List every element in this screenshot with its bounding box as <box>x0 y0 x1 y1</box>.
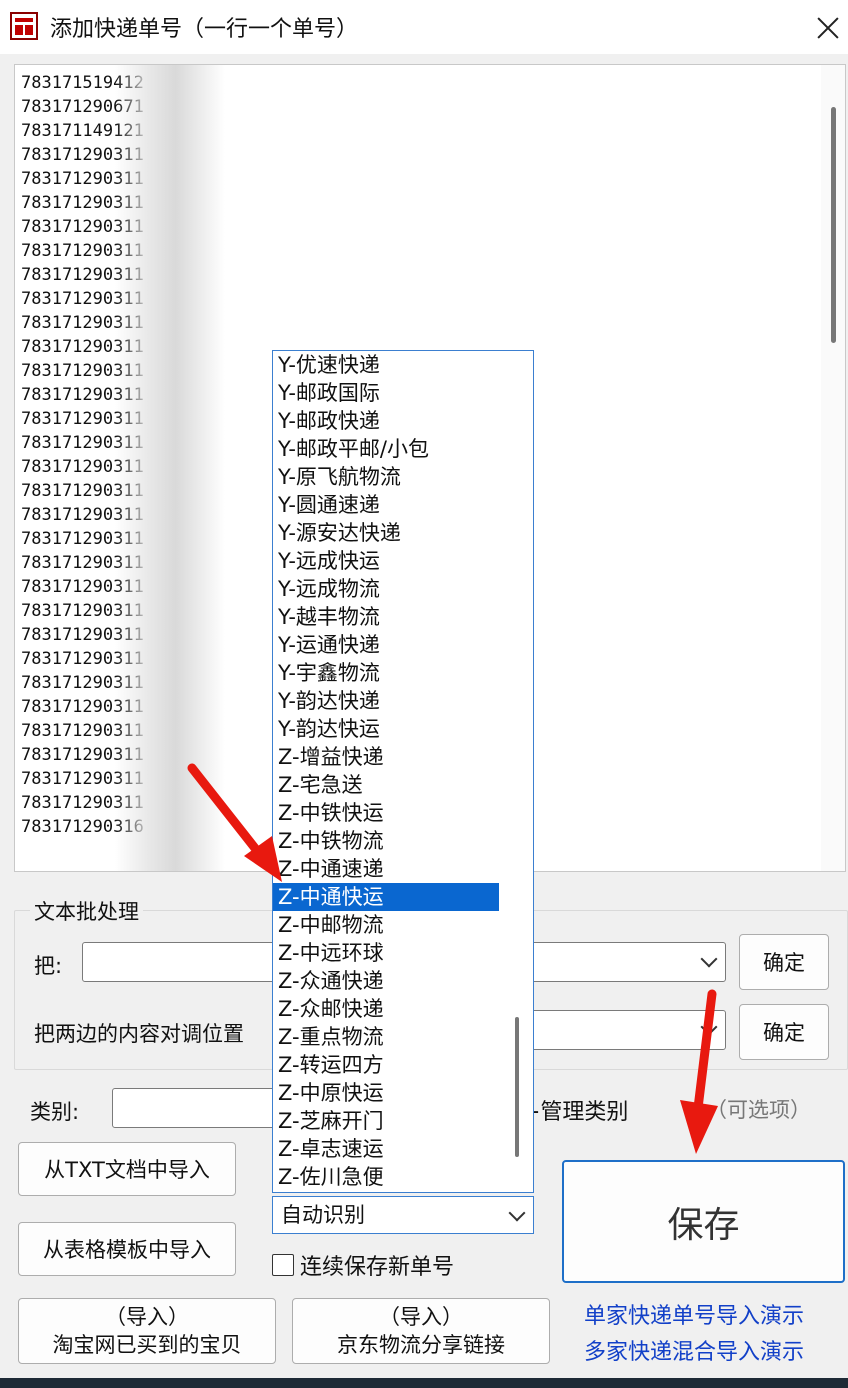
import-taobao-line1: （导入） <box>105 1305 189 1329</box>
courier-option[interactable]: Z-众通快递 <box>273 967 499 995</box>
courier-dropdown-list[interactable]: Y-优速快递 Y-邮政国际 Y-邮政快递 Y-邮政平邮/小包 Y-原飞航物流 Y-圆通速递… <box>272 350 534 1193</box>
add-tracking-dialog: 添加快递单号（一行一个单号） 783171519412 783171290671 7… <box>0 0 848 1378</box>
courier-option[interactable]: Y-越丰物流 <box>273 603 499 631</box>
courier-option[interactable]: Z-增益快递 <box>273 743 499 771</box>
import-jd-line2: 京东物流分享链接 <box>337 1333 505 1357</box>
courier-option[interactable]: Z-重点物流 <box>273 1023 499 1051</box>
swap-label: 把两边的内容对调位置 <box>34 1022 244 1046</box>
courier-option[interactable]: Z-佐川急便 <box>273 1163 499 1191</box>
courier-option[interactable]: Z-中通速递 <box>273 855 499 883</box>
category-label: 类别: <box>30 1100 80 1124</box>
import-taobao-line2: 淘宝网已买到的宝贝 <box>52 1333 242 1357</box>
optional-hint: （可选项） <box>706 1098 811 1122</box>
courier-option[interactable]: Z-众邮快递 <box>273 995 499 1023</box>
batch-group-legend: 文本批处理 <box>30 896 143 926</box>
courier-option[interactable]: Z-中邮物流 <box>273 911 499 939</box>
chevron-down-icon <box>508 1204 526 1222</box>
dropdown-scrollbar[interactable] <box>501 351 533 1192</box>
courier-option[interactable]: Z-中原快运 <box>273 1079 499 1107</box>
import-txt-button[interactable]: 从TXT文档中导入 <box>18 1142 236 1196</box>
close-icon[interactable] <box>808 8 848 48</box>
courier-option[interactable]: Y-优速快递 <box>273 351 499 379</box>
courier-option[interactable]: Y-邮政国际 <box>273 379 499 407</box>
import-template-button[interactable]: 从表格模板中导入 <box>18 1222 236 1276</box>
textarea-scrollbar[interactable] <box>821 65 845 871</box>
courier-option-selected[interactable]: Z-中通快运 <box>273 883 499 911</box>
courier-option[interactable]: Y-宇鑫物流 <box>273 659 499 687</box>
courier-option[interactable]: Y-邮政平邮/小包 <box>273 435 499 463</box>
courier-combobox[interactable]: 自动识别 <box>272 1196 534 1234</box>
continuous-save-label: 连续保存新单号 <box>300 1255 455 1280</box>
courier-option[interactable]: Z-宅急送 <box>273 771 499 799</box>
privacy-blur-mask <box>115 65 225 871</box>
courier-option[interactable]: Y-源安达快递 <box>273 519 499 547</box>
courier-option[interactable]: Z-卓志速运 <box>273 1135 499 1163</box>
confirm-replace-button[interactable]: 确定 <box>739 934 829 990</box>
courier-option[interactable]: Z-中铁快运 <box>273 799 499 827</box>
courier-option[interactable]: Y-邮政快递 <box>273 407 499 435</box>
courier-option[interactable]: Y-远成物流 <box>273 575 499 603</box>
confirm-swap-button[interactable]: 确定 <box>739 1004 829 1060</box>
dropdown-scroll-thumb[interactable] <box>515 1017 519 1157</box>
title-bar: 添加快递单号（一行一个单号） <box>0 0 848 54</box>
courier-option[interactable]: Y-韵达快运 <box>273 715 499 743</box>
courier-option[interactable]: Z-中远环球 <box>273 939 499 967</box>
chevron-down-icon <box>700 950 718 968</box>
courier-selected-value: 自动识别 <box>281 1203 365 1227</box>
single-import-demo-link[interactable]: 单家快递单号导入演示 <box>584 1298 804 1330</box>
replace-label: 把: <box>34 954 63 978</box>
category-input[interactable] <box>112 1088 282 1128</box>
chevron-down-icon <box>700 1018 718 1036</box>
manage-categories-link[interactable]: +管理类别 <box>522 1094 628 1126</box>
courier-option[interactable]: Z-转运四方 <box>273 1051 499 1079</box>
textarea-scroll-thumb[interactable] <box>831 107 836 343</box>
courier-option[interactable]: Y-远成快运 <box>273 547 499 575</box>
import-taobao-button[interactable]: （导入） 淘宝网已买到的宝贝 <box>18 1298 276 1364</box>
courier-option[interactable]: Y-运通快递 <box>273 631 499 659</box>
save-button[interactable]: 保存 <box>562 1160 845 1283</box>
courier-option[interactable]: Z-中铁物流 <box>273 827 499 855</box>
swap-select[interactable] <box>510 1010 726 1050</box>
courier-option[interactable]: Y-圆通速递 <box>273 491 499 519</box>
app-logo-icon <box>10 12 38 40</box>
import-jd-line1: （导入） <box>379 1305 463 1329</box>
continuous-save-checkbox[interactable] <box>272 1254 294 1276</box>
courier-option[interactable]: Y-原飞航物流 <box>273 463 499 491</box>
courier-option[interactable]: Z-芝麻开门 <box>273 1107 499 1135</box>
continuous-save-checkbox-row[interactable]: 连续保存新单号 <box>272 1250 454 1280</box>
import-jd-button[interactable]: （导入） 京东物流分享链接 <box>292 1298 550 1364</box>
window-title: 添加快递单号（一行一个单号） <box>50 17 359 42</box>
courier-option[interactable]: Y-韵达快递 <box>273 687 499 715</box>
multi-import-demo-link[interactable]: 多家快递混合导入演示 <box>584 1334 804 1366</box>
taskbar-strip <box>0 1378 848 1388</box>
